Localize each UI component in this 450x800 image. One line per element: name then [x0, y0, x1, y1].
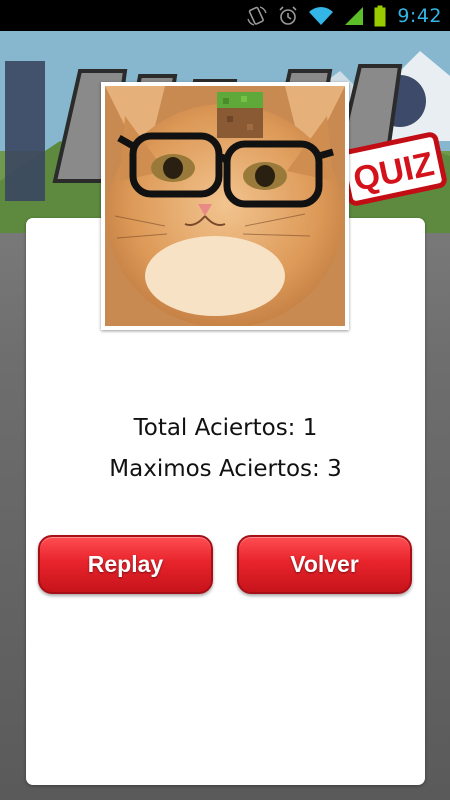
status-bar: 9:42: [0, 0, 450, 31]
cat-photo: [105, 86, 345, 326]
result-photo: [101, 82, 349, 330]
back-button[interactable]: Volver: [237, 535, 412, 594]
replay-button[interactable]: Replay: [38, 535, 213, 594]
max-hits-label: Maximos Aciertos: 3: [109, 456, 342, 482]
grass-block-icon: [217, 92, 263, 138]
clock: 9:42: [397, 4, 442, 27]
total-hits-label: Total Aciertos: 1: [133, 415, 318, 441]
screen-rotate-icon: [247, 5, 267, 26]
battery-icon: [374, 5, 386, 26]
wifi-icon: [309, 6, 334, 25]
signal-icon: [345, 6, 364, 25]
alarm-icon: [279, 5, 297, 25]
